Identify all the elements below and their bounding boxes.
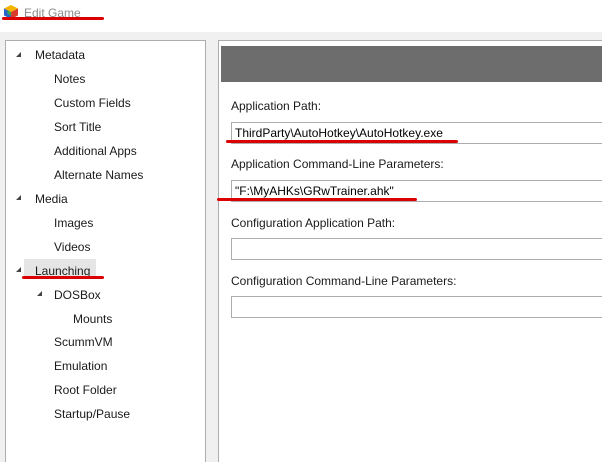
config-path-label: Configuration Application Path: xyxy=(231,216,396,230)
config-command-line-label: Configuration Command-Line Parameters: xyxy=(231,274,457,288)
tree-item-dosbox[interactable]: DOSBox xyxy=(54,285,101,305)
command-line-label: Application Command-Line Parameters: xyxy=(231,157,444,171)
tree-item-alternate-names[interactable]: Alternate Names xyxy=(54,165,143,185)
config-command-line-input[interactable] xyxy=(231,296,602,318)
tree-item-custom-fields[interactable]: Custom Fields xyxy=(54,93,131,113)
annotation-underline-title xyxy=(2,17,104,20)
launching-panel: Application Path: Application Command-Li… xyxy=(217,40,602,462)
annotation-underline-command-line xyxy=(217,198,417,201)
annotation-underline-launching xyxy=(22,276,104,279)
tree-item-notes[interactable]: Notes xyxy=(54,69,85,89)
tree-item-metadata[interactable]: Metadata xyxy=(35,45,85,65)
expand-arrow-icon[interactable] xyxy=(16,195,21,200)
application-path-label: Application Path: xyxy=(231,99,322,113)
tree-item-mounts[interactable]: Mounts xyxy=(73,309,112,329)
tree-item-emulation[interactable]: Emulation xyxy=(54,356,107,376)
expand-arrow-icon[interactable] xyxy=(16,267,21,272)
tree-item-scummvm[interactable]: ScummVM xyxy=(54,332,113,352)
tree-item-startup-pause[interactable]: Startup/Pause xyxy=(54,404,130,424)
config-path-input[interactable] xyxy=(231,238,602,260)
tree-item-media[interactable]: Media xyxy=(35,189,68,209)
panel-header-bar xyxy=(221,46,602,82)
expand-arrow-icon[interactable] xyxy=(37,291,42,296)
tree-item-sort-title[interactable]: Sort Title xyxy=(54,117,101,137)
annotation-underline-application-path xyxy=(226,140,458,143)
tree-item-root-folder[interactable]: Root Folder xyxy=(54,380,117,400)
title-bar: Edit Game xyxy=(0,0,602,32)
tree-item-images[interactable]: Images xyxy=(54,213,93,233)
expand-arrow-icon[interactable] xyxy=(16,52,21,57)
tree-item-videos[interactable]: Videos xyxy=(54,237,90,257)
tree-item-additional-apps[interactable]: Additional Apps xyxy=(54,141,137,161)
